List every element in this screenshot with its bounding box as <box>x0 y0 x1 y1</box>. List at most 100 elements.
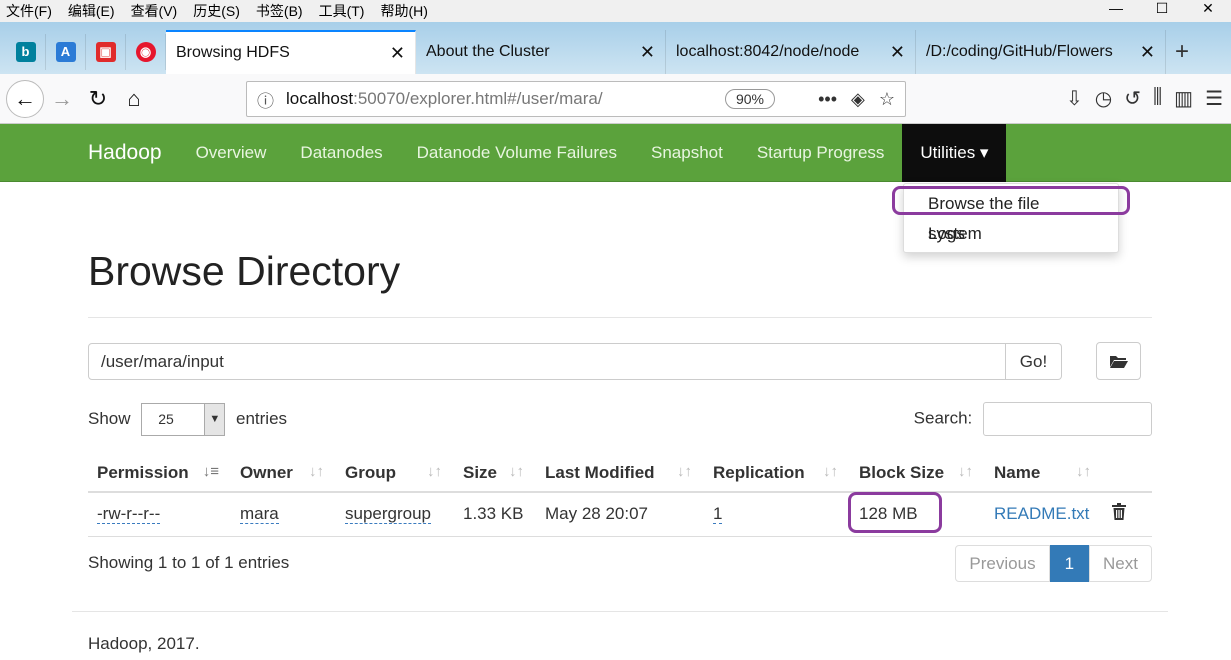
reload-button[interactable]: ↻ <box>80 81 116 117</box>
table-footer: Showing 1 to 1 of 1 entries Previous 1 N… <box>88 544 1152 582</box>
bing-icon: b <box>15 42 36 62</box>
more-icon[interactable]: ••• <box>818 89 837 110</box>
path-row: /user/mara/input Go! <box>88 342 1152 380</box>
menu-tools[interactable]: 工具(T) <box>319 1 365 21</box>
minimize-button[interactable]: — <box>1093 0 1139 17</box>
header-label: Name <box>994 462 1041 482</box>
header-label: Last Modified <box>545 462 655 482</box>
home-button[interactable]: ⌂ <box>116 81 152 117</box>
replication-value[interactable]: 1 <box>713 504 723 525</box>
menu-logs[interactable]: Logs <box>904 219 1118 249</box>
cell-permission[interactable]: -rw-r--r-- <box>88 492 231 537</box>
download-icon[interactable]: ⇩ <box>1066 86 1083 111</box>
tab-browsing-hdfs[interactable]: Browsing HDFS ✕ <box>166 30 416 74</box>
zoom-level[interactable]: 90% <box>724 89 775 109</box>
menu-file[interactable]: 文件(F) <box>6 1 52 21</box>
cell-replication[interactable]: 1 <box>704 492 850 537</box>
header-size[interactable]: Size ↓↑ <box>454 454 536 493</box>
sidebar-icon[interactable]: ▥ <box>1174 86 1193 111</box>
tab-node[interactable]: localhost:8042/node/node ✕ <box>666 30 916 74</box>
tab-label: /D:/coding/GitHub/Flowers <box>926 43 1113 60</box>
table-info: Showing 1 to 1 of 1 entries <box>88 553 290 572</box>
next-button[interactable]: Next <box>1089 544 1152 582</box>
forward-button[interactable]: → <box>44 81 80 117</box>
close-tab-icon[interactable]: ✕ <box>640 42 655 63</box>
nav-datanodes[interactable]: Datanodes <box>300 143 382 163</box>
header-group[interactable]: Group ↓↑ <box>336 454 454 493</box>
header-replication[interactable]: Replication ↓↑ <box>704 454 850 493</box>
back-button[interactable]: ← <box>6 79 44 118</box>
nav-overview[interactable]: Overview <box>196 143 267 163</box>
tab-label: About the Cluster <box>426 43 550 60</box>
group-value[interactable]: supergroup <box>345 504 432 525</box>
cell-group[interactable]: supergroup <box>336 492 454 537</box>
hadoop-brand[interactable]: Hadoop <box>88 141 162 165</box>
header-permission[interactable]: Permission ↓≡ <box>88 454 231 493</box>
dictionary-icon: A <box>55 42 76 62</box>
previous-button[interactable]: Previous <box>955 544 1050 582</box>
header-name[interactable]: Name ↓↑ <box>985 454 1103 493</box>
close-tab-icon[interactable]: ✕ <box>390 43 405 64</box>
address-bar[interactable]: ⓘ localhost:50070/explorer.html#/user/ma… <box>246 81 906 117</box>
close-window-button[interactable]: ✕ <box>1185 0 1231 17</box>
pinned-tab-dictionary[interactable]: A <box>46 34 86 70</box>
header-owner[interactable]: Owner ↓↑ <box>231 454 336 493</box>
browser-menubar: 文件(F) 编辑(E) 查看(V) 历史(S) 书签(B) 工具(T) 帮助(H… <box>0 0 1231 22</box>
menu-icon[interactable]: ☰ <box>1205 86 1223 111</box>
pinned-tab-bing[interactable]: b <box>6 34 46 70</box>
annotation-highlight-block-size <box>848 492 942 533</box>
nav-utilities[interactable]: Utilities ▾ <box>902 123 1007 182</box>
entries-select[interactable]: 25 ▼ <box>141 402 226 436</box>
chevron-down-icon: ▼ <box>204 403 225 435</box>
cell-owner[interactable]: mara <box>231 492 336 537</box>
pinned-tab-weibo[interactable]: ◉ <box>126 34 166 70</box>
nav-volume-failures[interactable]: Datanode Volume Failures <box>417 143 617 163</box>
new-tab-button[interactable]: + <box>1166 30 1198 74</box>
trash-icon[interactable] <box>1112 503 1126 521</box>
nav-startup-progress[interactable]: Startup Progress <box>757 143 885 163</box>
menu-view[interactable]: 查看(V) <box>131 1 178 21</box>
directory-path-input[interactable]: /user/mara/input <box>88 342 1006 380</box>
annotation-highlight-browse <box>892 186 1130 215</box>
clock-icon[interactable]: ◷ <box>1095 86 1112 111</box>
folder-open-icon <box>1109 356 1128 368</box>
go-button[interactable]: Go! <box>1006 342 1062 380</box>
tab-about-cluster[interactable]: About the Cluster ✕ <box>416 30 666 74</box>
close-tab-icon[interactable]: ✕ <box>890 42 905 63</box>
show-label: Show <box>88 408 131 428</box>
nav-snapshot[interactable]: Snapshot <box>651 143 723 163</box>
info-icon[interactable]: ⓘ <box>257 87 274 112</box>
header-block-size[interactable]: Block Size ↓↑ <box>850 454 985 493</box>
hadoop-navbar: Hadoop Overview Datanodes Datanode Volum… <box>0 123 1231 182</box>
search-input[interactable] <box>983 402 1152 436</box>
header-actions <box>1103 454 1152 493</box>
weibo-icon: ◉ <box>135 42 156 62</box>
header-label: Size <box>463 462 498 482</box>
header-label: Permission <box>97 462 189 482</box>
bookmark-star-icon[interactable]: ☆ <box>879 89 895 110</box>
cell-delete[interactable] <box>1103 492 1152 537</box>
url-path: :50070/explorer.html#/user/mara/ <box>353 89 603 108</box>
file-name-link[interactable]: README.txt <box>994 504 1089 523</box>
permission-value[interactable]: -rw-r--r-- <box>97 504 161 525</box>
menu-help[interactable]: 帮助(H) <box>380 1 427 21</box>
menu-history[interactable]: 历史(S) <box>193 1 240 21</box>
cell-name[interactable]: README.txt <box>985 492 1103 537</box>
menu-edit[interactable]: 编辑(E) <box>68 1 115 21</box>
sort-icon: ↓↑ <box>509 462 524 480</box>
pinned-tab-app[interactable]: ▣ <box>86 34 126 70</box>
header-last-modified[interactable]: Last Modified ↓↑ <box>536 454 704 493</box>
page-title: Browse Directory <box>88 248 1152 318</box>
owner-value[interactable]: mara <box>240 504 279 525</box>
library-icon[interactable]: ⫼ <box>1153 86 1162 111</box>
page-1-button[interactable]: 1 <box>1049 544 1090 582</box>
pocket-icon[interactable]: ◈ <box>851 89 865 110</box>
history-icon[interactable]: ↺ <box>1124 86 1141 111</box>
table-controls: Show 25 ▼ entries Search: <box>88 402 1152 436</box>
close-tab-icon[interactable]: ✕ <box>1140 42 1155 63</box>
menu-bookmarks[interactable]: 书签(B) <box>256 1 303 21</box>
maximize-button[interactable]: ☐ <box>1139 0 1185 17</box>
sort-icon: ↓↑ <box>823 462 838 480</box>
tab-flowers[interactable]: /D:/coding/GitHub/Flowers ✕ <box>916 30 1166 74</box>
open-folder-button[interactable] <box>1096 342 1141 380</box>
